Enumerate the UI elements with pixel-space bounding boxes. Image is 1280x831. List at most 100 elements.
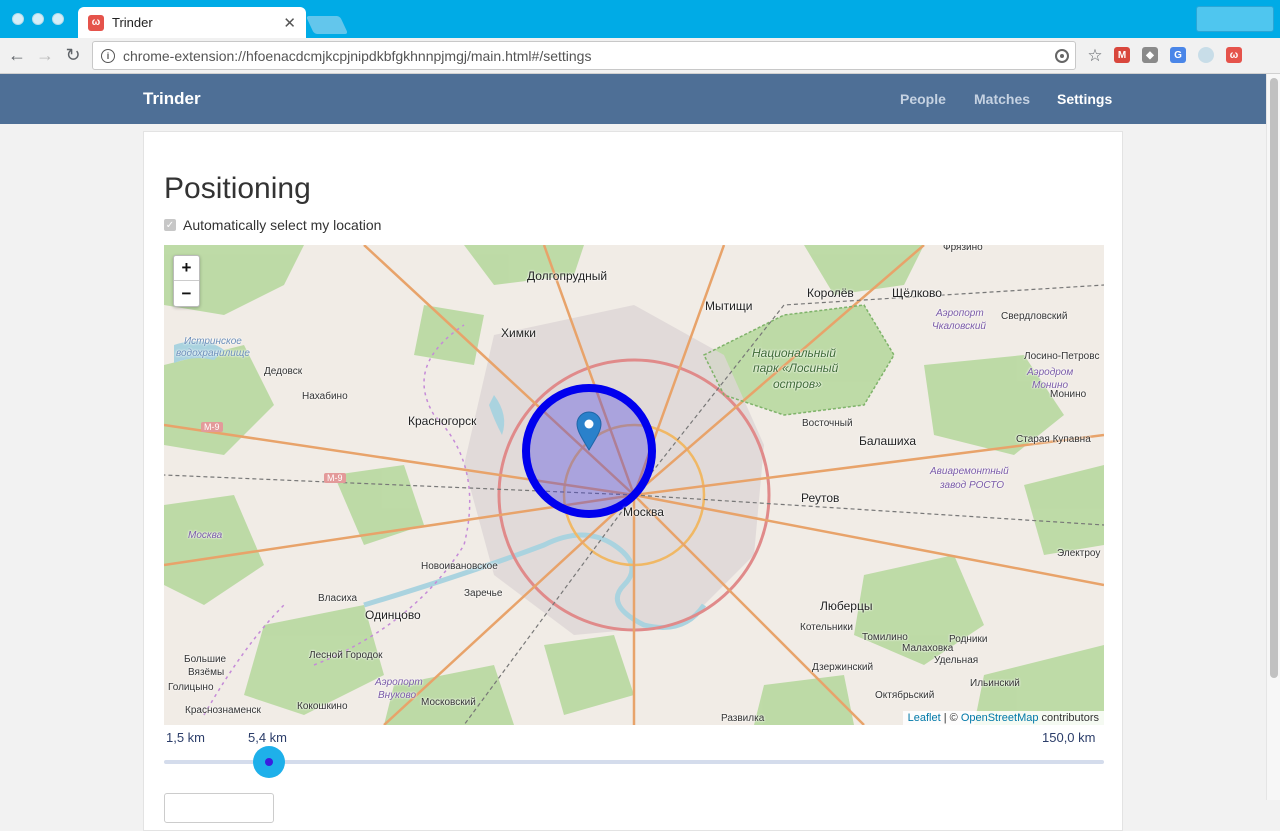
window-maximize-button[interactable] [52,13,64,25]
info-icon[interactable]: i [101,48,115,63]
map-label: Заречье [464,588,503,599]
bookmark-star-icon[interactable]: ☆ [1084,45,1106,67]
map-label: Авиаремонтный [930,466,1009,477]
map-label: Московский [421,697,476,708]
map-label: Москва [188,530,223,541]
attribution-separator: | © [940,712,961,724]
map-label: Дзержинский [812,662,874,673]
map-label: Большие [184,654,227,665]
map-label: Внуково [378,690,417,701]
map-label: M-9 [201,422,223,432]
map-label: Фрязино [943,245,983,253]
browser-toolbar: ← → ↻ i chrome-extension://hfoenacdcmjkc… [0,38,1280,74]
translate-extension-icon[interactable]: G [1170,47,1186,63]
map-label: Лесной Городок [309,650,383,661]
map-zoom-control: + − [173,255,200,307]
new-tab-button[interactable] [305,16,349,34]
map-label: Ильинский [970,678,1020,689]
map-label: Нахабино [302,391,348,402]
map-label: Чкаловский [932,321,986,332]
auto-location-label[interactable]: Automatically select my location [183,217,381,233]
nav-link-matches[interactable]: Matches [974,91,1030,107]
back-arrow-icon[interactable]: ← [6,44,28,66]
map-label: Аэропорт [375,677,423,688]
sync-extension-icon[interactable] [1198,47,1214,63]
map-label: Новоивановское [421,561,498,572]
zoom-in-button[interactable]: + [174,256,199,281]
auto-location-checkbox[interactable]: ✓ [164,219,176,231]
zoom-out-button[interactable]: − [174,281,199,306]
distance-slider-handle[interactable] [253,746,285,778]
map-label: Королёв [807,286,854,300]
location-target-icon[interactable] [1055,48,1069,63]
map-label: Москва [623,505,664,519]
reload-icon[interactable]: ↻ [62,44,84,66]
page-scrollbar[interactable] [1266,74,1280,800]
slider-max-label: 150,0 km [1042,730,1096,745]
map-label: остров» [773,377,822,391]
url-text[interactable]: chrome-extension://hfoenacdcmjkcpjnipdkb… [123,48,1055,64]
map-label: Голицыно [168,682,214,693]
settings-card: Positioning ✓ Automatically select my lo… [143,131,1123,831]
map-attribution: Leaflet | © OpenStreetMap contributors [902,711,1104,725]
map-label: Мытищи [705,299,753,313]
map-label: водохранилище [176,348,250,359]
map-label: Монино [1050,389,1087,400]
map-label: Реутов [801,491,840,505]
map-label: Старая Купавна [1016,434,1091,445]
brand-logo[interactable]: Trinder [143,89,201,109]
map-label: Октябрьский [875,690,935,701]
auto-location-row[interactable]: ✓ Automatically select my location [164,217,381,233]
map-label: завод РОСТО [940,480,1004,491]
gmail-extension-icon[interactable]: M [1114,47,1130,63]
map-label: парк «Лосиный [753,361,839,375]
scrollbar-thumb[interactable] [1270,78,1278,678]
map-label: Люберцы [820,599,873,613]
map-label: Малаховка [902,643,954,654]
nav-link-people[interactable]: People [900,91,946,107]
leaflet-link[interactable]: Leaflet [908,712,941,724]
map-label: M-9 [324,473,346,483]
radius-circle [522,384,656,518]
window-close-button[interactable] [12,13,24,25]
browser-titlebar: ω Trinder ✕ [0,0,1280,38]
tab-title: Trinder [112,15,153,30]
map-label: Щёлково [892,286,942,300]
map-label: Аэропорт [936,308,984,319]
page-title: Positioning [164,172,311,205]
slider-min-label: 1,5 km [166,730,206,745]
nav-link-settings[interactable]: Settings [1057,91,1112,107]
shield-extension-icon[interactable]: ◆ [1142,47,1158,63]
map-label: Одинцово [365,608,421,622]
distance-slider-track[interactable] [164,760,1104,764]
map-label: Красногорск [408,414,477,428]
map-label: Краснознаменск [185,705,261,716]
app-navbar: Trinder People Matches Settings [0,74,1266,124]
map-label: Истринское [184,336,242,347]
map-label: Дедовск [264,366,303,377]
location-map[interactable]: Долгопрудный Мытищи Королёв Щёлково Фряз… [164,245,1104,725]
map-label: Долгопрудный [527,269,608,283]
map-label: Вязёмы [188,667,225,678]
tab-close-icon[interactable]: ✕ [283,14,296,32]
map-label: Лосино-Петровс [1024,351,1100,362]
profile-button[interactable] [1196,6,1274,32]
slider-value-label: 5,4 km [248,730,288,745]
browser-tab[interactable]: ω Trinder ✕ [78,7,306,38]
openstreetmap-link[interactable]: OpenStreetMap [961,712,1039,724]
window-minimize-button[interactable] [32,13,44,25]
map-label: Томилино [862,632,908,643]
map-label: Восточный [802,418,853,429]
map-label: Развилка [721,713,765,724]
map-label: Кокошкино [297,701,348,712]
forward-arrow-icon[interactable]: → [34,44,56,66]
address-bar[interactable]: i chrome-extension://hfoenacdcmjkcpjnipd… [92,41,1076,70]
trinder-extension-icon[interactable]: ω [1226,47,1242,63]
map-label: Котельники [800,622,853,633]
map-label: Свердловский [1001,311,1068,322]
map-label: Балашиха [859,434,917,448]
map-label: Химки [501,326,536,340]
map-label: Удельная [934,655,979,666]
trinder-favicon-icon: ω [88,14,104,31]
next-field[interactable] [164,793,274,823]
